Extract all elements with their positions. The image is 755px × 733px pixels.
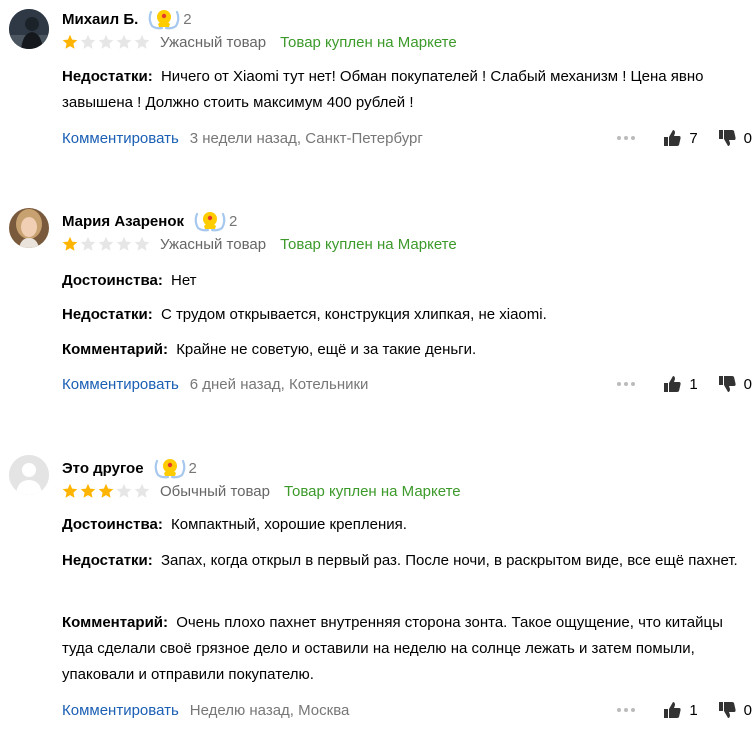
avatar[interactable] bbox=[9, 455, 49, 495]
like-button[interactable]: 1 bbox=[663, 375, 698, 393]
comment-link[interactable]: Комментировать bbox=[62, 702, 179, 719]
review-pros: Достоинства: Нет bbox=[62, 268, 752, 294]
review-cons: Недостатки: Ничего от Xiaomi тут нет! Об… bbox=[62, 64, 752, 116]
field-label: Недостатки: bbox=[62, 68, 153, 85]
star-empty-icon bbox=[80, 34, 96, 49]
review-cons: Недостатки: Запах, когда открыл в первый… bbox=[62, 548, 752, 574]
review-pros: Достоинства: Компактный, хорошие креплен… bbox=[62, 512, 752, 538]
badge[interactable]: 2 bbox=[146, 8, 192, 30]
review-date-location: 3 недели назад, Санкт-Петербург bbox=[189, 129, 423, 147]
review-comment: Комментарий: Крайне не советую, ещё и за… bbox=[62, 337, 752, 363]
star-filled-icon bbox=[62, 34, 78, 49]
rating-row: Ужасный товар Товар куплен на Маркете bbox=[62, 32, 457, 52]
like-button[interactable]: 7 bbox=[663, 129, 698, 147]
rating-text: Ужасный товар bbox=[160, 235, 267, 253]
review-actions: 1 0 bbox=[617, 375, 752, 393]
field-text: Компактный, хорошие крепления. bbox=[171, 516, 407, 533]
thumbs-up-icon bbox=[664, 376, 681, 392]
thumbs-down-icon bbox=[718, 130, 736, 146]
field-text: С трудом открывается, конструкция хлипка… bbox=[160, 306, 547, 323]
field-text: Ничего от Xiaomi тут нет! Обман покупате… bbox=[62, 68, 704, 111]
dislike-count: 0 bbox=[743, 375, 752, 393]
laurel-badge-icon bbox=[148, 10, 180, 30]
badge[interactable]: 2 bbox=[152, 457, 197, 479]
star-filled-icon bbox=[62, 483, 78, 498]
comment-link[interactable]: Комментировать bbox=[62, 376, 179, 393]
thumbs-up-icon bbox=[664, 130, 681, 146]
author-name[interactable]: Мария Азаренок bbox=[62, 213, 184, 230]
thumbs-down-icon bbox=[718, 702, 736, 718]
field-text: Крайне не советую, ещё и за такие деньги… bbox=[176, 341, 477, 358]
star-filled-icon bbox=[80, 483, 96, 498]
dislike-button[interactable]: 0 bbox=[718, 701, 752, 719]
star-rating bbox=[62, 483, 150, 499]
comment-link[interactable]: Комментировать bbox=[62, 130, 179, 147]
review-footer: Комментировать 6 дней назад, Котельники … bbox=[62, 373, 752, 395]
dislike-button[interactable]: 0 bbox=[718, 375, 752, 393]
more-options-icon[interactable] bbox=[617, 136, 641, 140]
author-row: Мария Азаренок 2 bbox=[62, 210, 237, 232]
author-row: Это другое 2 bbox=[62, 457, 197, 479]
like-count: 7 bbox=[689, 129, 698, 147]
rating-text: Ужасный товар bbox=[160, 33, 267, 51]
laurel-badge-icon bbox=[154, 459, 185, 479]
avatar[interactable] bbox=[9, 208, 49, 248]
review-comment: Комментарий: Очень плохо пахнет внутренн… bbox=[62, 610, 752, 688]
thumbs-down-icon bbox=[718, 376, 736, 392]
more-options-icon[interactable] bbox=[617, 382, 641, 386]
review-actions: 7 0 bbox=[617, 129, 752, 147]
star-empty-icon bbox=[116, 236, 132, 251]
thumbs-up-icon bbox=[664, 702, 681, 718]
star-empty-icon bbox=[134, 483, 150, 498]
star-empty-icon bbox=[80, 236, 96, 251]
badge-count: 2 bbox=[183, 10, 192, 28]
dislike-count: 0 bbox=[743, 129, 752, 147]
badge-count: 2 bbox=[188, 459, 197, 477]
field-label: Достоинства: bbox=[62, 516, 163, 533]
star-filled-icon bbox=[62, 236, 78, 251]
bought-on-market-label: Товар куплен на Маркете bbox=[284, 482, 461, 500]
star-empty-icon bbox=[98, 236, 114, 251]
badge-count: 2 bbox=[229, 212, 238, 230]
like-count: 1 bbox=[689, 701, 698, 719]
field-label: Недостатки: bbox=[62, 306, 153, 323]
avatar[interactable] bbox=[9, 9, 49, 49]
like-count: 1 bbox=[689, 375, 698, 393]
review-actions: 1 0 bbox=[617, 701, 752, 719]
review-footer: Комментировать Неделю назад, Москва 1 0 bbox=[62, 699, 752, 721]
dislike-count: 0 bbox=[743, 701, 752, 719]
field-label: Комментарий: bbox=[62, 614, 169, 631]
star-empty-icon bbox=[116, 483, 132, 498]
rating-row: Обычный товар Товар куплен на Маркете bbox=[62, 481, 461, 501]
review-date-location: 6 дней назад, Котельники bbox=[189, 375, 369, 393]
field-text: Запах, когда открыл в первый раз. После … bbox=[160, 552, 738, 569]
author-row: Михаил Б. 2 bbox=[62, 8, 192, 30]
star-empty-icon bbox=[98, 34, 114, 49]
author-name[interactable]: Это другое bbox=[62, 460, 144, 477]
star-empty-icon bbox=[134, 236, 150, 251]
badge[interactable]: 2 bbox=[192, 210, 237, 232]
rating-text: Обычный товар bbox=[160, 482, 270, 500]
field-label: Достоинства: bbox=[62, 272, 163, 289]
laurel-badge-icon bbox=[194, 212, 226, 232]
star-empty-icon bbox=[116, 34, 132, 49]
field-label: Недостатки: bbox=[62, 552, 153, 569]
star-rating bbox=[62, 236, 150, 252]
review-cons: Недостатки: С трудом открывается, констр… bbox=[62, 302, 752, 328]
star-filled-icon bbox=[98, 483, 114, 498]
field-label: Комментарий: bbox=[62, 341, 169, 358]
author-name[interactable]: Михаил Б. bbox=[62, 11, 138, 28]
review-footer: Комментировать 3 недели назад, Санкт-Пет… bbox=[62, 127, 752, 149]
rating-row: Ужасный товар Товар куплен на Маркете bbox=[62, 234, 457, 254]
bought-on-market-label: Товар куплен на Маркете bbox=[280, 33, 457, 51]
star-empty-icon bbox=[134, 34, 150, 49]
default-avatar-icon bbox=[9, 455, 49, 495]
star-rating bbox=[62, 34, 150, 50]
bought-on-market-label: Товар куплен на Маркете bbox=[280, 235, 457, 253]
more-options-icon[interactable] bbox=[617, 708, 641, 712]
review-date-location: Неделю назад, Москва bbox=[189, 701, 350, 719]
dislike-button[interactable]: 0 bbox=[718, 129, 752, 147]
like-button[interactable]: 1 bbox=[663, 701, 698, 719]
field-text: Нет bbox=[171, 272, 197, 289]
